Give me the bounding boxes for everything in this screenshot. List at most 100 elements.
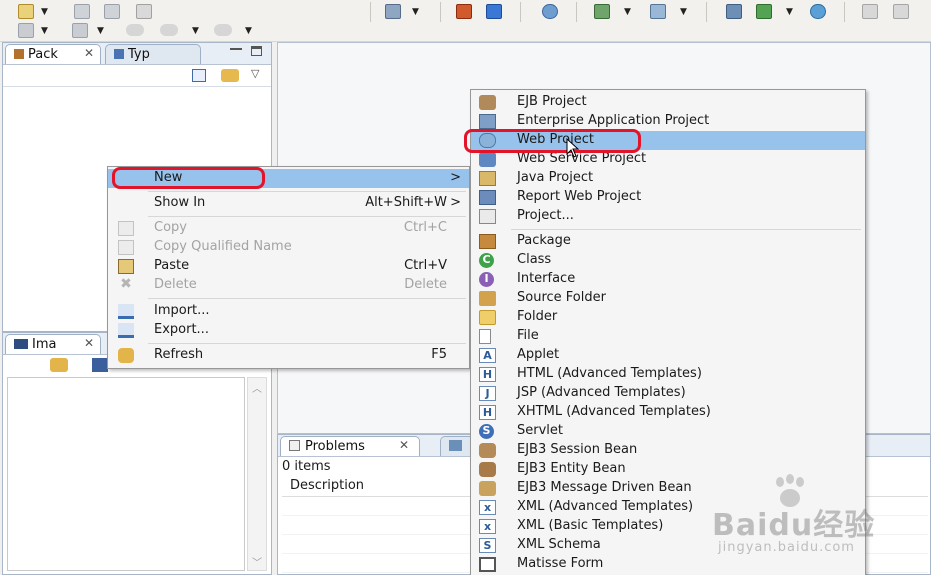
submenu-item-label: EJB3 Entity Bean [517, 461, 626, 476]
java-project-icon [479, 171, 496, 186]
submenu-item-report-web-project[interactable]: Report Web Project [471, 188, 865, 207]
external-tools-icon[interactable] [726, 4, 742, 19]
launch-dropdown-arrow[interactable]: ▼ [786, 7, 793, 17]
menu-item-copy-qualified-name[interactable]: Copy Qualified Name [108, 238, 469, 257]
refresh-view-icon[interactable] [50, 358, 68, 372]
back-arrow-icon[interactable] [126, 24, 144, 36]
vertical-scrollbar[interactable]: ︿ ﹀ [247, 377, 267, 571]
maximize-icon[interactable] [251, 46, 262, 56]
save-icon[interactable] [74, 4, 90, 19]
annotation-ring-new [112, 167, 265, 189]
edit-dropdown-arrow[interactable]: ▼ [41, 26, 48, 36]
menu-item-refresh-label: Refresh [154, 347, 204, 362]
export-icon [118, 323, 134, 338]
submenu-item-interface[interactable]: I Interface [471, 270, 865, 289]
submenu-item-ejb3-session-bean[interactable]: EJB3 Session Bean [471, 441, 865, 460]
forward-arrow-icon[interactable] [214, 24, 232, 36]
tab-image[interactable]: Ima ✕ [5, 334, 101, 354]
submenu-item-class[interactable]: C Class [471, 251, 865, 270]
menu-item-export[interactable]: Export... [108, 321, 469, 340]
menu-item-import[interactable]: Import... [108, 302, 469, 321]
submenu-item-xhtml-advanced[interactable]: H XHTML (Advanced Templates) [471, 403, 865, 422]
submenu-item-label: EJB3 Session Bean [517, 442, 638, 457]
menu-item-paste[interactable]: Paste Ctrl+V [108, 257, 469, 276]
deploy-icon[interactable] [72, 23, 88, 38]
submenu-item-label: Applet [517, 347, 560, 362]
perspective-edit-icon[interactable] [893, 4, 909, 19]
menu-item-paste-shortcut: Ctrl+V [404, 258, 447, 273]
submenu-item-jsp-advanced[interactable]: J JSP (Advanced Templates) [471, 384, 865, 403]
close-icon[interactable]: ✕ [84, 336, 94, 350]
submenu-item-project[interactable]: Project... [471, 207, 865, 226]
menu-item-refresh[interactable]: Refresh F5 [108, 346, 469, 365]
submenu-item-folder[interactable]: Folder [471, 308, 865, 327]
menu-separator [148, 343, 466, 344]
previous-edit-icon[interactable] [160, 24, 178, 36]
tab-type-hierarchy[interactable]: Typ [105, 44, 201, 64]
debug-icon[interactable] [650, 4, 666, 19]
minimize-icon[interactable] [230, 48, 242, 51]
submenu-item-applet[interactable]: A Applet [471, 346, 865, 365]
close-icon[interactable]: ✕ [399, 438, 409, 452]
save-all-icon[interactable] [104, 4, 120, 19]
menu-item-show-in[interactable]: Show In Alt+Shift+W > [108, 194, 469, 213]
toolbar-separator [844, 2, 845, 22]
file-icon [479, 329, 491, 344]
tab-problems[interactable]: Problems ✕ [280, 436, 420, 456]
import-icon [118, 304, 134, 319]
print-icon[interactable] [136, 4, 152, 19]
console-icon [449, 440, 462, 451]
perspective-icon[interactable] [862, 4, 878, 19]
server-dropdown-arrow[interactable]: ▼ [412, 7, 419, 17]
menu-item-import-label: Import... [154, 303, 210, 318]
tab-package-explorer[interactable]: Pack ✕ [5, 44, 101, 64]
previous-dropdown-arrow[interactable]: ▼ [192, 26, 199, 36]
project-icon [479, 209, 496, 224]
toolbar-separator [440, 2, 441, 22]
menu-separator [148, 298, 466, 299]
submenu-item-ejb-project[interactable]: EJB Project [471, 93, 865, 112]
globe-icon[interactable] [810, 4, 826, 19]
open-type-icon[interactable] [456, 4, 472, 19]
open-resource-icon[interactable] [486, 4, 502, 19]
run-dropdown-arrow[interactable]: ▼ [624, 7, 631, 17]
forward-dropdown-arrow[interactable]: ▼ [245, 26, 252, 36]
watermark-url: jingyan.baidu.com [718, 540, 855, 555]
scroll-down-icon[interactable]: ﹀ [252, 554, 262, 569]
xml-file-icon: x [479, 500, 496, 515]
launch-icon[interactable] [756, 4, 772, 19]
new-dropdown-arrow[interactable]: ▼ [41, 7, 48, 17]
submenu-item-package[interactable]: Package [471, 232, 865, 251]
deploy-dropdown-arrow[interactable]: ▼ [97, 26, 104, 36]
submenu-item-servlet[interactable]: S Servlet [471, 422, 865, 441]
image-toolbar-icon[interactable] [92, 358, 108, 372]
copy-qualified-icon [118, 240, 134, 255]
message-bean-icon [479, 481, 496, 496]
debug-dropdown-arrow[interactable]: ▼ [680, 7, 687, 17]
submenu-item-label: Matisse Form [517, 556, 604, 571]
description-column-header[interactable]: Description [290, 478, 364, 493]
link-with-editor-icon[interactable] [221, 69, 239, 82]
menu-item-delete[interactable]: ✖ Delete Delete [108, 276, 469, 295]
tab-type-label: Typ [128, 47, 150, 62]
view-menu-chevron-down-icon[interactable]: ▽ [251, 67, 259, 80]
submenu-item-source-folder[interactable]: Source Folder [471, 289, 865, 308]
submenu-item-file[interactable]: File [471, 327, 865, 346]
submenu-item-html-advanced[interactable]: H HTML (Advanced Templates) [471, 365, 865, 384]
browser-icon[interactable] [542, 4, 558, 19]
run-icon[interactable] [594, 4, 610, 19]
interface-icon: I [479, 272, 494, 287]
submenu-item-java-project[interactable]: Java Project [471, 169, 865, 188]
close-icon[interactable]: ✕ [84, 46, 94, 60]
submenu-item-label: HTML (Advanced Templates) [517, 366, 702, 381]
edit-icon[interactable] [18, 23, 34, 38]
server-icon[interactable] [385, 4, 401, 19]
scroll-up-icon[interactable]: ︿ [252, 380, 262, 395]
menu-item-copy[interactable]: Copy Ctrl+C [108, 219, 469, 238]
new-wizard-icon[interactable] [18, 4, 34, 19]
menu-separator [511, 229, 861, 230]
refresh-icon [118, 348, 134, 363]
collapse-all-icon[interactable] [192, 69, 206, 82]
package-explorer-tabbar: Pack ✕ Typ [3, 43, 271, 65]
toolbar-separator [520, 2, 521, 22]
